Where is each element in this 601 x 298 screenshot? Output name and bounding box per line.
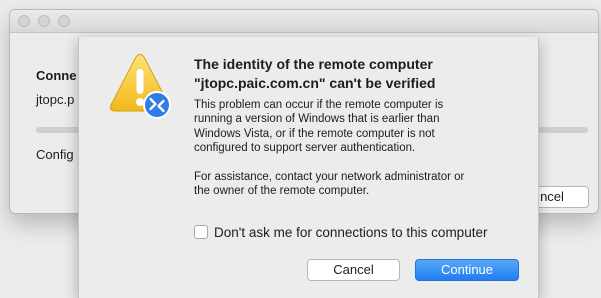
dont-ask-checkbox[interactable] <box>194 225 208 239</box>
dialog-message-line: configured to support server authenticat… <box>194 142 416 155</box>
dont-ask-option[interactable]: Don't ask me for connections to this com… <box>194 222 487 242</box>
dialog-message-line: This problem can occur if the remote com… <box>194 99 444 111</box>
dont-ask-label[interactable]: Don't ask me for connections to this com… <box>214 225 487 240</box>
window-titlebar <box>10 10 598 33</box>
close-window-button[interactable] <box>18 15 30 27</box>
dialog-title-line: "jtopc.paic.com.cn" can't be verified <box>194 75 436 91</box>
continue-button-label: Continue <box>440 262 494 277</box>
background-cancel-label: ncel <box>540 189 564 204</box>
dialog-message: This problem can occur if the remote com… <box>194 98 529 198</box>
continue-button[interactable]: Continue <box>415 259 519 281</box>
dialog-message-line: Windows Vista, or if the remote computer… <box>194 127 435 140</box>
dialog-title: The identity of the remote computer "jto… <box>194 55 524 93</box>
dialog-assist-line: For assistance, contact your network adm… <box>194 170 465 183</box>
cancel-button-label: Cancel <box>333 262 374 277</box>
identity-alert-dialog: The identity of the remote computer "jto… <box>78 37 539 298</box>
dialog-title-line: The identity of the remote computer <box>194 56 433 72</box>
cancel-button[interactable]: Cancel <box>307 259 400 281</box>
warning-icon <box>110 54 171 119</box>
connection-host: jtopc.p <box>36 92 75 107</box>
zoom-window-button[interactable] <box>58 15 70 27</box>
minimize-window-button[interactable] <box>38 15 50 27</box>
remote-desktop-icon <box>143 91 171 119</box>
dialog-assist-line: the owner of the remote computer. <box>194 185 370 198</box>
connection-title: Conne <box>36 68 77 83</box>
dialog-message-line: running a version of Windows that is ear… <box>194 113 440 126</box>
connection-status: Config <box>36 147 74 162</box>
